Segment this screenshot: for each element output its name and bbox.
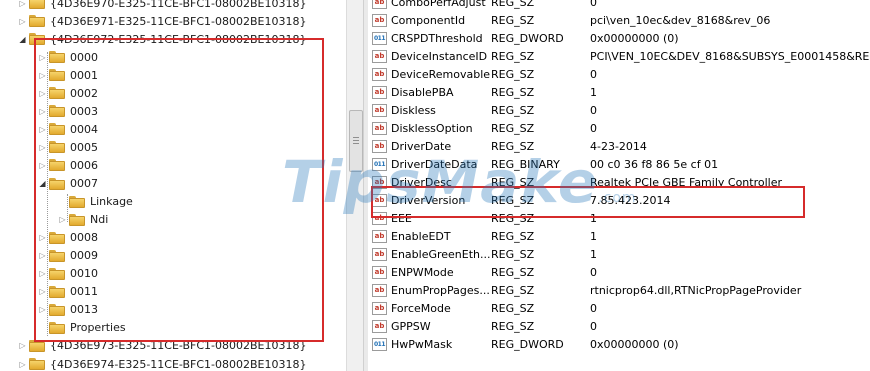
value-name: DeviceInstanceID [391, 49, 488, 63]
string-value-icon: ab [372, 49, 387, 63]
string-value-icon: ab [372, 230, 387, 244]
string-value-icon: ab [372, 284, 387, 298]
value-row[interactable]: ab Diskless REG_SZ 0 [368, 101, 870, 119]
value-name: DeviceRemovable [391, 67, 491, 81]
string-value-icon: ab [372, 121, 387, 135]
value-data: 0 [590, 266, 597, 280]
value-name: ForceMode [391, 302, 451, 316]
value-type: REG_SZ [491, 121, 535, 135]
value-data: 0 [590, 103, 597, 117]
value-row[interactable]: ab EnableEDT REG_SZ 1 [368, 228, 870, 246]
value-type: REG_SZ [491, 67, 535, 81]
value-row[interactable]: ab DisklessOption REG_SZ 0 [368, 119, 870, 137]
value-row[interactable]: ab EnableGreenEth... REG_SZ 1 [368, 246, 870, 264]
tree-item[interactable]: ▷ {4D36E971-E325-11CE-BFC1-08002BE10318} [18, 12, 307, 30]
value-data: 0 [590, 302, 597, 316]
value-name: CRSPDThreshold [391, 31, 483, 45]
value-data: pci\ven_10ec&dev_8168&rev_06 [590, 13, 771, 27]
tree-item-label: {4D36E971-E325-11CE-BFC1-08002BE10318} [50, 14, 307, 28]
value-type: REG_SZ [491, 85, 535, 99]
value-row[interactable]: 011 HwPwMask REG_DWORD 0x00000000 (0) [368, 336, 870, 354]
string-value-icon: ab [372, 85, 387, 99]
value-data: 0x00000000 (0) [590, 31, 679, 45]
value-data: 0 [590, 0, 597, 9]
tree-highlight-box [34, 38, 324, 342]
value-name: EnableEDT [391, 230, 451, 244]
string-value-icon: ab [372, 248, 387, 262]
expand-arrow-icon[interactable]: ▷ [18, 341, 27, 350]
value-name: DisablePBA [391, 85, 454, 99]
value-data: 0 [590, 320, 597, 334]
value-name: EnableGreenEth... [391, 248, 491, 262]
folder-icon [29, 358, 45, 370]
collapse-arrow-icon[interactable]: ◢ [18, 35, 27, 44]
value-type: REG_DWORD [491, 31, 564, 45]
string-value-icon: ab [372, 266, 387, 280]
string-value-icon: ab [372, 320, 387, 334]
value-name: ComponentId [391, 13, 466, 27]
binary-value-icon: 011 [372, 31, 387, 45]
value-type: REG_SZ [491, 13, 535, 27]
string-value-icon: ab [372, 302, 387, 316]
value-data: 0 [590, 67, 597, 81]
value-type: REG_SZ [491, 302, 535, 316]
value-data: 0x00000000 (0) [590, 338, 679, 352]
value-data: PCI\VEN_10EC&DEV_8168&SUBSYS_E0001458&RE… [590, 49, 870, 63]
value-row[interactable]: ab ComboPerfAdjust REG_SZ 0 [368, 0, 870, 11]
value-type: REG_SZ [491, 284, 535, 298]
string-value-icon: ab [372, 13, 387, 27]
value-row[interactable]: ab ForceMode REG_SZ 0 [368, 300, 870, 318]
value-name: GPPSW [391, 320, 431, 334]
value-name: HwPwMask [391, 338, 453, 352]
watermark: TipsMake.com [282, 148, 637, 216]
value-name: ComboPerfAdjust [391, 0, 486, 9]
value-row[interactable]: ab GPPSW REG_SZ 0 [368, 318, 870, 336]
value-row[interactable]: ab EnumPropPages... REG_SZ rtnicprop64.dll,… [368, 282, 870, 300]
value-row[interactable]: ab DeviceInstanceID REG_SZ PCI\VEN_10EC&DEV… [368, 47, 870, 65]
value-data: 1 [590, 85, 597, 99]
string-value-icon: ab [372, 103, 387, 117]
string-value-icon: ab [372, 67, 387, 81]
value-name: DisklessOption [391, 121, 473, 135]
binary-value-icon: 011 [372, 338, 387, 352]
expand-arrow-icon[interactable]: ▷ [18, 0, 27, 8]
value-row[interactable]: ab ComponentId REG_SZ pci\ven_10ec&dev_8168… [368, 11, 870, 29]
value-type: REG_SZ [491, 230, 535, 244]
string-value-icon: ab [372, 0, 387, 9]
value-data: rtnicprop64.dll,RTNicPropPageProvider [590, 284, 802, 298]
tree-item-label: {4D36E970-E325-11CE-BFC1-08002BE10318} [50, 0, 307, 10]
value-name: ENPWMode [391, 266, 454, 280]
value-type: REG_SZ [491, 248, 535, 262]
value-type: REG_SZ [491, 49, 535, 63]
value-type: REG_SZ [491, 266, 535, 280]
value-name: EnumPropPages... [391, 284, 490, 298]
tree-item[interactable]: ▷ {4D36E970-E325-11CE-BFC1-08002BE10318} [18, 0, 307, 12]
value-row[interactable]: ab DeviceRemovable REG_SZ 0 [368, 65, 870, 83]
tree-item[interactable]: ▷ {4D36E974-E325-11CE-BFC1-08002BE10318} [18, 355, 307, 371]
expand-arrow-icon[interactable]: ▷ [18, 17, 27, 26]
scrollbar-grip-icon [353, 137, 359, 144]
value-data: 1 [590, 230, 597, 244]
folder-icon [29, 0, 45, 9]
value-type: REG_DWORD [491, 338, 564, 352]
value-type: REG_SZ [491, 0, 535, 9]
value-data: 0 [590, 121, 597, 135]
value-row[interactable]: ab ENPWMode REG_SZ 0 [368, 264, 870, 282]
tree-item-label: {4D36E974-E325-11CE-BFC1-08002BE10318} [50, 357, 307, 371]
value-type: REG_SZ [491, 103, 535, 117]
value-row[interactable]: 011 CRSPDThreshold REG_DWORD 0x00000000 (0) [368, 29, 870, 47]
value-name: Diskless [391, 103, 436, 117]
expand-arrow-icon[interactable]: ▷ [18, 360, 27, 369]
value-data: 1 [590, 248, 597, 262]
value-type: REG_SZ [491, 320, 535, 334]
folder-icon [29, 15, 45, 28]
value-row[interactable]: ab DisablePBA REG_SZ 1 [368, 83, 870, 101]
